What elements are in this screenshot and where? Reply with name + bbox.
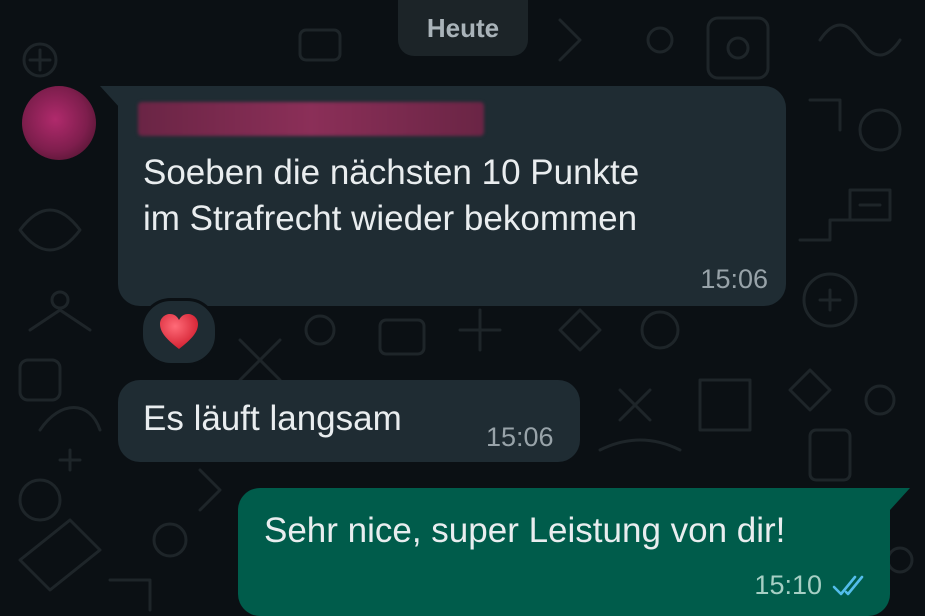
- message-time: 15:06: [700, 264, 768, 294]
- message-time: 15:06: [486, 422, 554, 452]
- message-meta: 15:10: [754, 570, 870, 601]
- outgoing-message-bubble[interactable]: Sehr nice, super Leistung von dir! 15:10: [238, 488, 890, 616]
- reaction-badge[interactable]: [140, 298, 218, 366]
- bubble-tail: [890, 488, 910, 510]
- incoming-message-bubble[interactable]: Es läuft langsam 15:06: [118, 380, 580, 462]
- message-text: Soeben die nächsten 10 Punkte im Strafre…: [143, 153, 640, 238]
- chat-view: Heute Soeben die nächsten 10 Punkte im S…: [0, 0, 925, 616]
- date-chip: Heute: [398, 0, 528, 56]
- sender-name-redacted: [138, 102, 484, 136]
- message-time: 15:10: [754, 570, 822, 600]
- bubble-tail: [100, 86, 120, 108]
- incoming-message-bubble[interactable]: Soeben die nächsten 10 Punkte im Strafre…: [118, 86, 786, 306]
- heart-icon: [160, 314, 198, 349]
- message-text: Es läuft langsam: [143, 399, 402, 438]
- message-text: Sehr nice, super Leistung von dir!: [264, 511, 786, 550]
- sender-avatar[interactable]: [22, 86, 96, 160]
- read-double-check-icon: [832, 575, 864, 595]
